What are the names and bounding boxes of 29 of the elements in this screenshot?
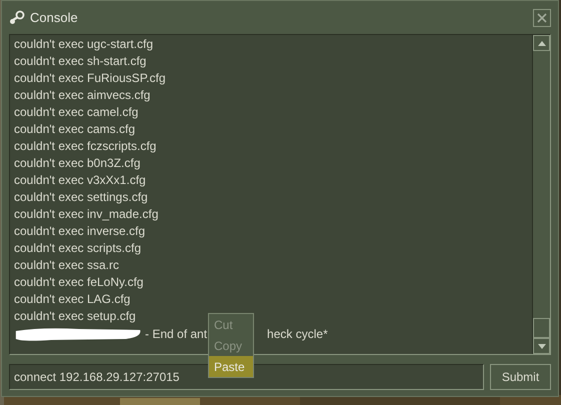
log-line: couldn't exec aimvecs.cfg [14, 87, 150, 104]
log-line: couldn't exec cams.cfg [14, 121, 136, 138]
log-line: - End of ant [145, 326, 208, 342]
up-arrow-icon [538, 40, 546, 46]
menu-item[interactable]: Paste [209, 356, 253, 377]
submit-button[interactable]: Submit [490, 364, 551, 390]
log-line: couldn't exec camel.cfg [14, 104, 138, 121]
scroll-up-button[interactable] [533, 35, 550, 51]
log-line: couldn't exec v3xXx1.cfg [14, 172, 146, 189]
log-line: couldn't exec setup.cfg [14, 308, 136, 325]
close-button[interactable] [533, 8, 551, 26]
log-line: couldn't exec inv_made.cfg [14, 206, 158, 223]
log-line: couldn't exec ugc-start.cfg [14, 36, 154, 53]
log-line: heck cycle* [267, 326, 328, 342]
down-arrow-icon [538, 344, 546, 348]
log-line: couldn't exec ssa.rc [14, 257, 120, 274]
scroll-thumb[interactable] [533, 318, 550, 338]
log-line: couldn't exec settings.cfg [14, 189, 148, 206]
close-icon [537, 12, 547, 22]
log-line: couldn't exec FuRiousSP.cfg [14, 70, 166, 87]
window-title: Console [30, 8, 78, 27]
log-line: couldn't exec inverse.cfg [14, 223, 146, 240]
log-line: couldn't exec sh-start.cfg [14, 53, 146, 70]
log-line: couldn't exec feLoNy.cfg [14, 274, 144, 291]
log-line: couldn't exec LAG.cfg [14, 291, 130, 308]
log-line: couldn't exec b0n3Z.cfg [14, 155, 140, 172]
scroll-down-button[interactable] [533, 338, 550, 354]
log-line: couldn't exec fczscripts.cfg [14, 138, 156, 155]
log-line: couldn't exec scripts.cfg [14, 240, 142, 257]
